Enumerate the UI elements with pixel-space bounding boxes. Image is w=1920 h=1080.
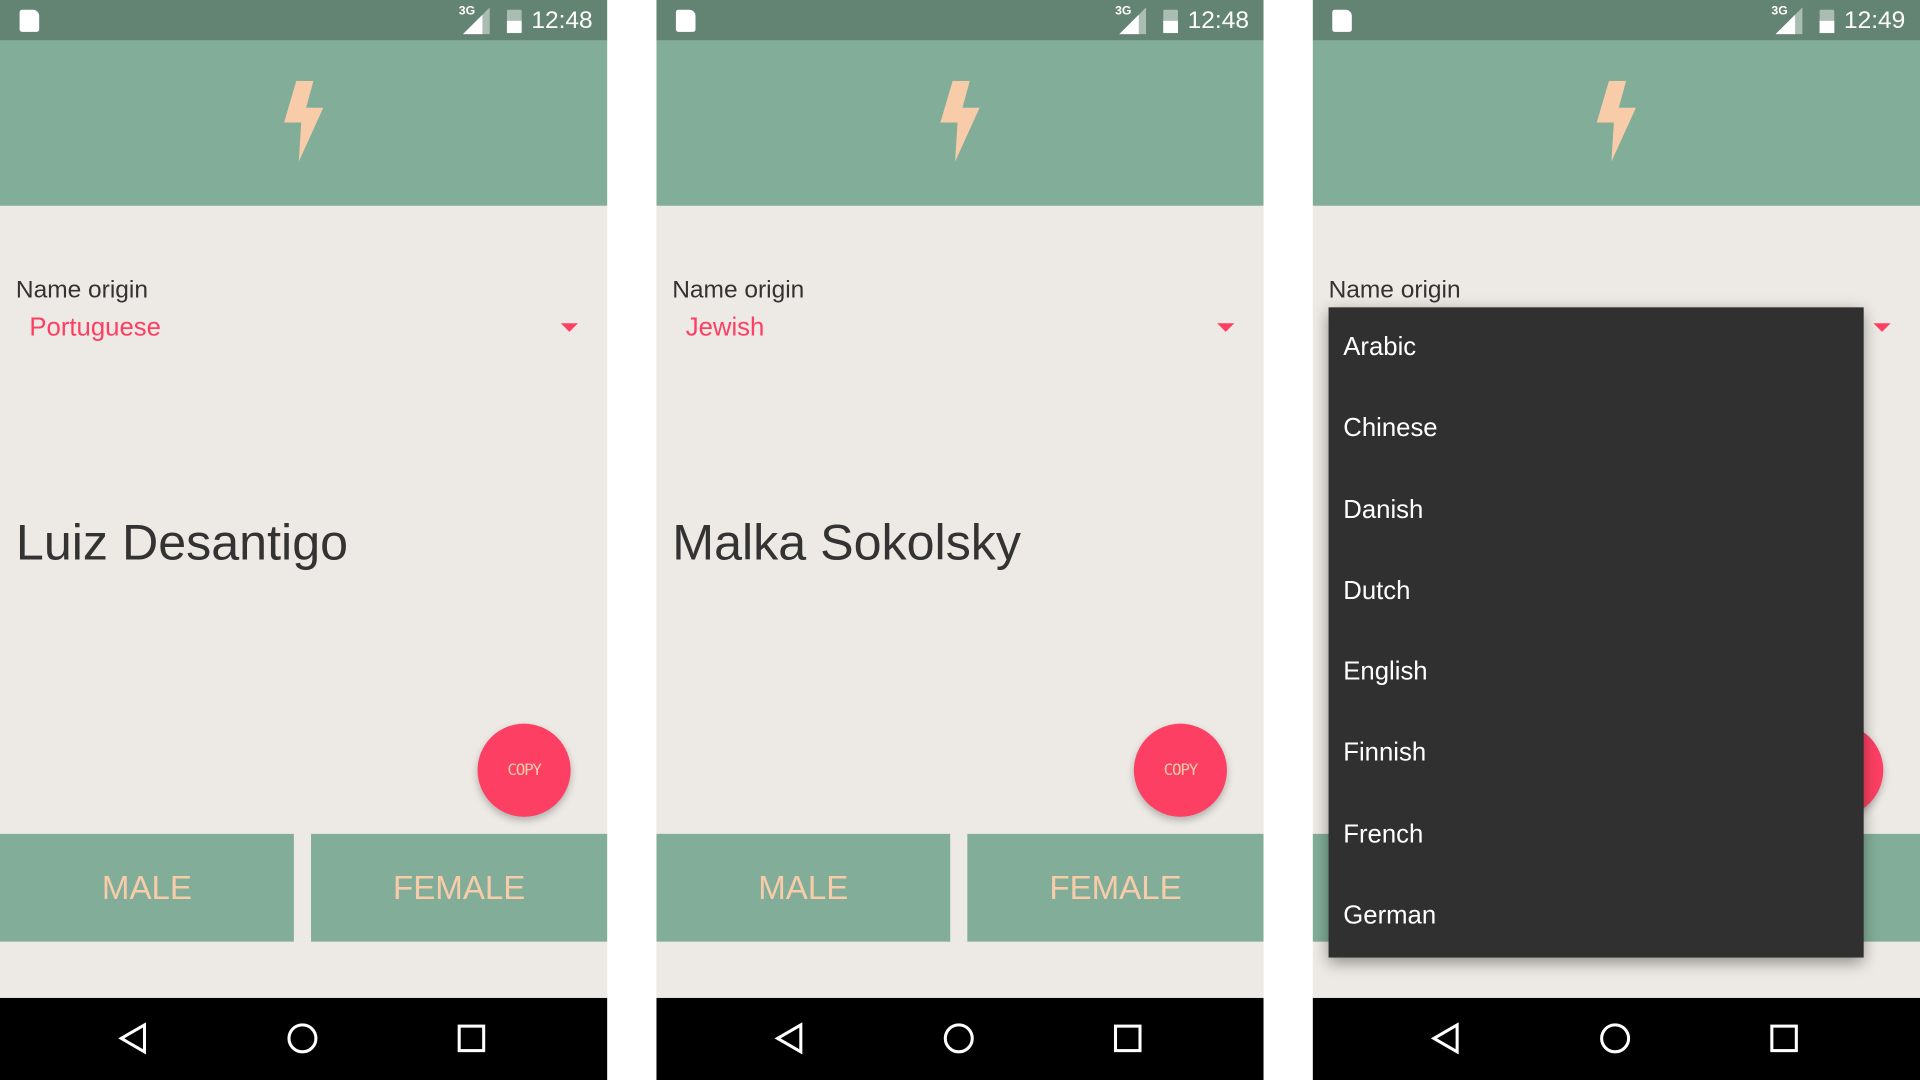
app-bar xyxy=(656,40,1264,206)
dropdown-arrow-icon[interactable] xyxy=(1217,323,1235,332)
sd-card-icon xyxy=(19,9,40,32)
dropdown-option[interactable]: English xyxy=(1329,632,1864,713)
dropdown-arrow-icon[interactable] xyxy=(560,323,578,332)
generated-name: Luiz Desantigo xyxy=(15,514,349,571)
navigation-bar xyxy=(656,997,1264,1080)
clock: 12:48 xyxy=(531,7,593,35)
status-bar: 3G 12:48 xyxy=(0,0,608,41)
male-button[interactable]: MALE xyxy=(656,833,951,942)
sd-card-icon xyxy=(1332,9,1352,32)
phone-screen: 3G12:49Name originCOPYMALEFEMALEArabicCh… xyxy=(1312,0,1920,1080)
name-origin-label: Name origin xyxy=(1328,276,1461,304)
signal-icon xyxy=(1119,7,1147,35)
signal-icon xyxy=(462,7,490,35)
dropdown-option[interactable]: Chinese xyxy=(1329,389,1864,470)
name-origin-label: Name origin xyxy=(15,276,148,304)
copy-button[interactable]: COPY xyxy=(477,723,571,817)
dropdown-option[interactable]: Danish xyxy=(1329,470,1864,551)
app-bar xyxy=(0,40,608,206)
dropdown-option[interactable]: German xyxy=(1329,876,1864,957)
lightning-bolt-icon xyxy=(282,80,326,168)
status-bar: 3G 12:48 xyxy=(656,0,1264,41)
dropdown-option[interactable]: Dutch xyxy=(1329,551,1864,632)
phone-screen: 3G 12:48 Name origin Jewish Malka Sokolsky CO… xyxy=(656,0,1264,1080)
name-origin-select[interactable]: Jewish xyxy=(686,313,765,342)
lightning-bolt-icon xyxy=(938,80,982,168)
lightning-bolt-icon xyxy=(1594,80,1638,168)
name-origin-label: Name origin xyxy=(672,276,805,304)
navigation-bar xyxy=(0,997,608,1080)
name-origin-select[interactable]: Portuguese xyxy=(29,313,161,342)
female-button[interactable]: FEMALE xyxy=(311,833,608,942)
clock: 12:49 xyxy=(1844,7,1906,35)
app-bar xyxy=(1312,40,1920,206)
gap xyxy=(607,0,657,1080)
name-origin-dropdown-menu: Arabic Chinese Danish Dutch English Finnish Fr… xyxy=(1328,307,1864,958)
screenshot-stage: 3G 12:48 Name origin Portuguese Luiz Desanti… xyxy=(0,0,1920,1080)
dropdown-arrow-icon[interactable] xyxy=(1873,323,1891,332)
gap xyxy=(1263,0,1313,1080)
battery-icon xyxy=(1163,9,1178,34)
female-button[interactable]: FEMALE xyxy=(967,833,1264,942)
signal-icon xyxy=(1775,7,1803,35)
generated-name: Malka Sokolsky xyxy=(672,514,1022,571)
phone-screen: 3G 12:48 Name origin Portuguese Luiz Desanti… xyxy=(0,0,608,1080)
dropdown-option[interactable]: French xyxy=(1329,794,1864,875)
status-bar: 3G 12:49 xyxy=(1312,0,1920,41)
battery-icon xyxy=(506,9,522,34)
battery-icon xyxy=(1819,9,1835,34)
male-button[interactable]: MALE xyxy=(0,833,294,942)
dropdown-option[interactable]: Arabic xyxy=(1329,307,1864,388)
clock: 12:48 xyxy=(1187,7,1249,35)
dropdown-option[interactable]: Finnish xyxy=(1329,713,1864,794)
copy-button[interactable]: COPY xyxy=(1133,723,1227,817)
navigation-bar xyxy=(1312,997,1920,1080)
sd-card-icon xyxy=(675,9,696,32)
